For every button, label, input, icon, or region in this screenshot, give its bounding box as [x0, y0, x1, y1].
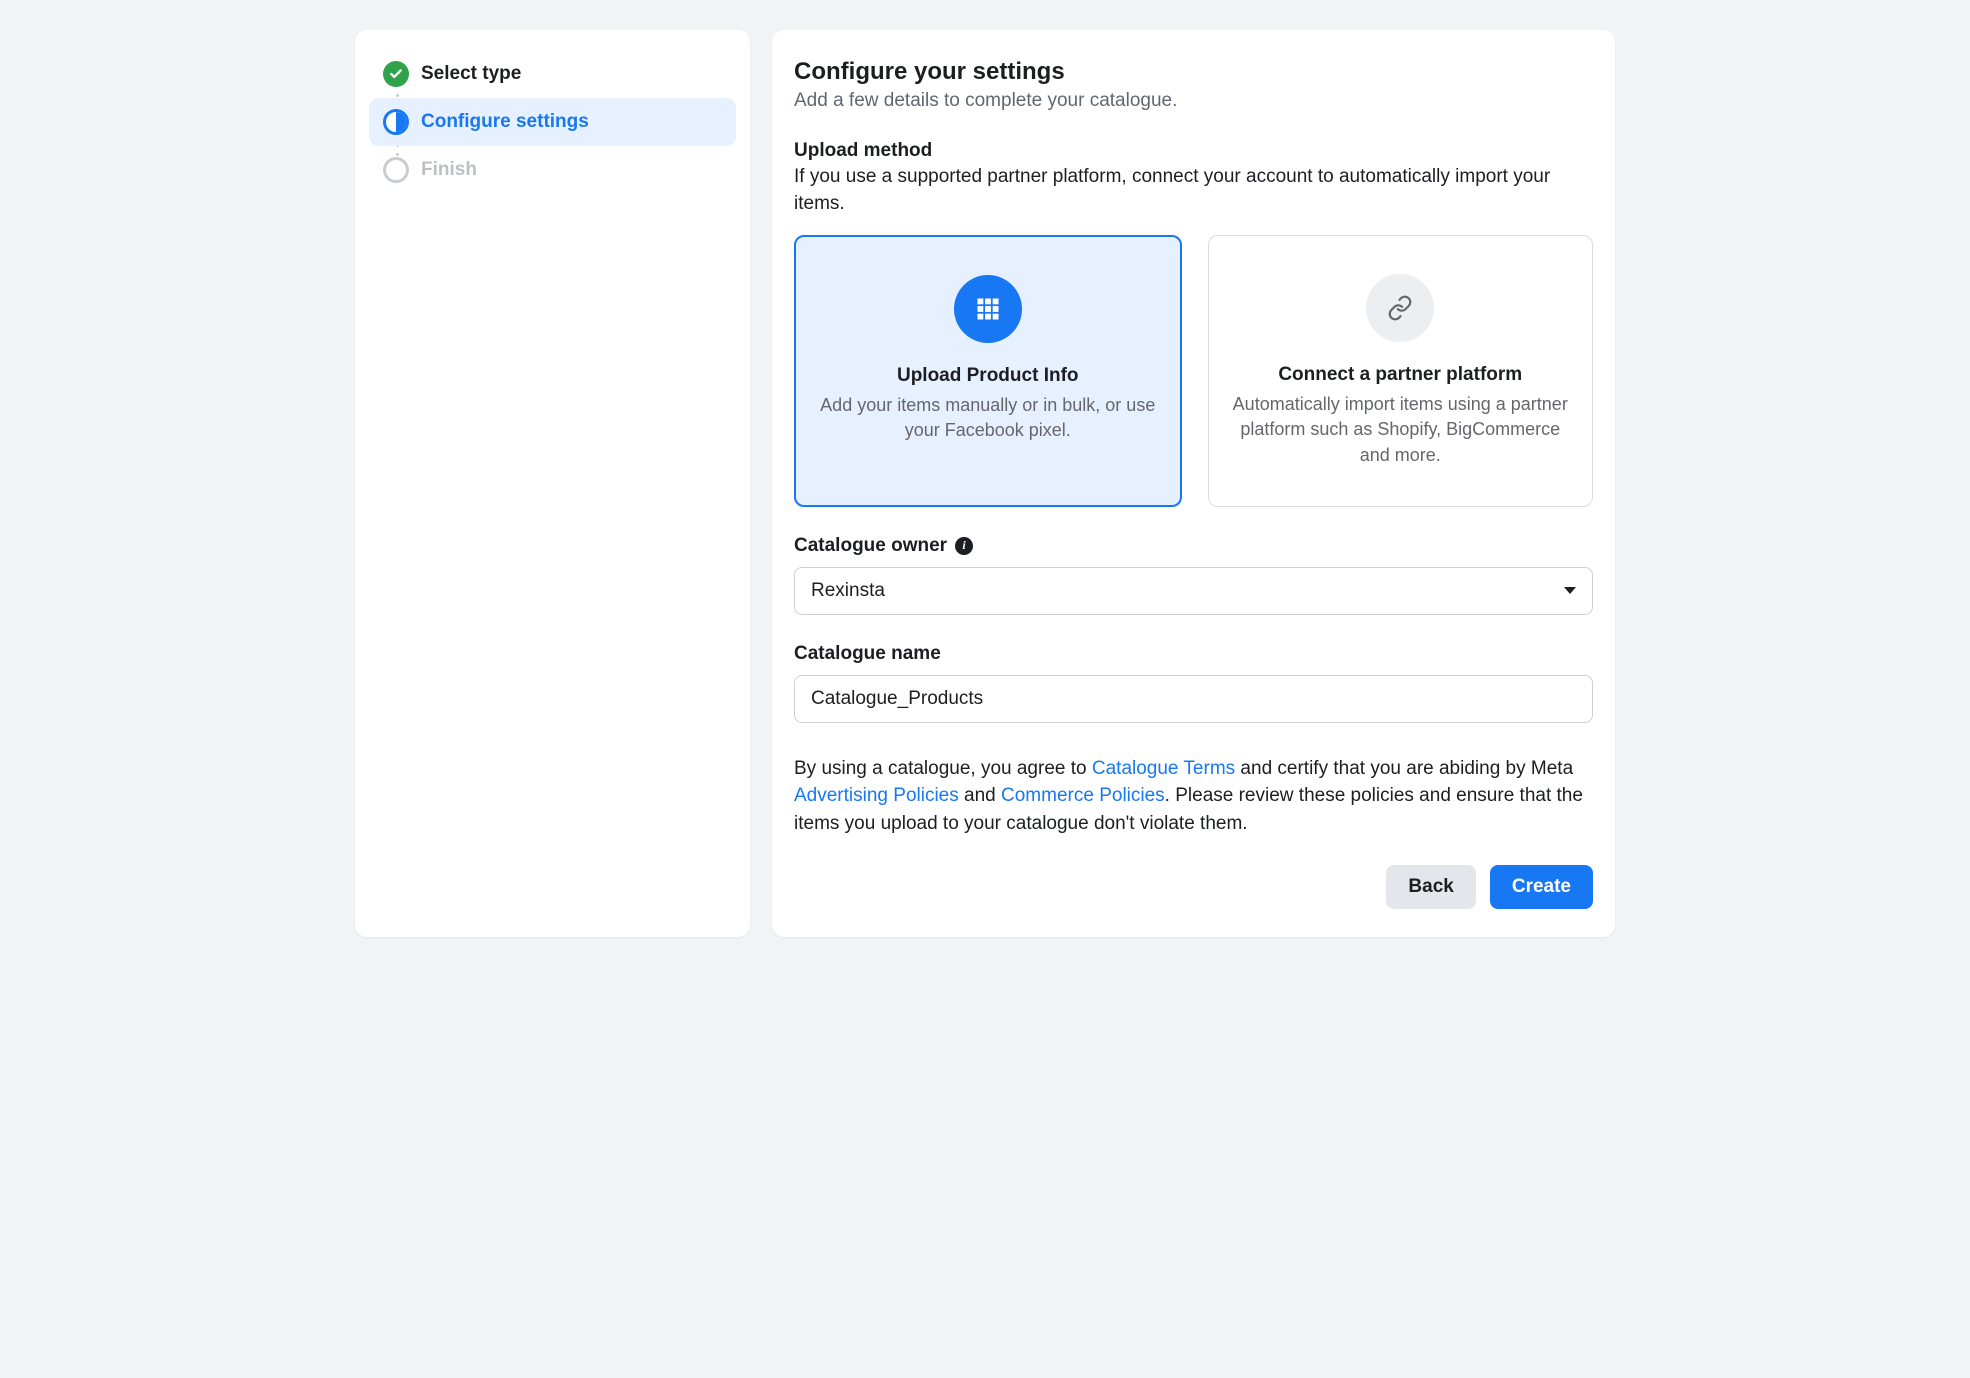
upload-method-title: Upload method — [794, 140, 1593, 162]
link-icon — [1366, 274, 1434, 342]
card-desc: Add your items manually or in bulk, or u… — [818, 393, 1158, 443]
card-desc: Automatically import items using a partn… — [1231, 392, 1571, 468]
step-select-type[interactable]: Select type — [369, 50, 736, 98]
link-catalogue-terms[interactable]: Catalogue Terms — [1092, 758, 1235, 779]
upload-method-hint: If you use a supported partner platform,… — [794, 164, 1593, 217]
grid-icon — [954, 275, 1022, 343]
card-connect-partner[interactable]: Connect a partner platform Automatically… — [1208, 235, 1594, 507]
catalogue-owner-value: Rexinsta — [811, 580, 885, 602]
page-subtitle: Add a few details to complete your catal… — [794, 90, 1593, 112]
link-commerce-policies[interactable]: Commerce Policies — [1001, 785, 1165, 806]
catalogue-name-section: Catalogue name — [794, 643, 1593, 723]
legal-text: By using a catalogue, you agree to Catal… — [794, 755, 1593, 838]
catalogue-owner-select[interactable]: Rexinsta — [794, 567, 1593, 615]
catalogue-owner-section: Catalogue owner i Rexinsta — [794, 535, 1593, 615]
catalogue-name-input[interactable] — [811, 688, 1576, 710]
step-label: Select type — [421, 63, 521, 85]
empty-circle-icon — [383, 157, 409, 183]
step-label: Configure settings — [421, 111, 589, 133]
card-title: Upload Product Info — [818, 365, 1158, 387]
back-button[interactable]: Back — [1386, 865, 1475, 909]
step-configure-settings[interactable]: Configure settings — [369, 98, 736, 146]
half-circle-icon — [383, 109, 409, 135]
upload-method-section: Upload method If you use a supported par… — [794, 140, 1593, 507]
catalogue-owner-label: Catalogue owner — [794, 535, 947, 557]
link-advertising-policies[interactable]: Advertising Policies — [794, 785, 959, 806]
step-label: Finish — [421, 159, 477, 181]
card-upload-product-info[interactable]: Upload Product Info Add your items manua… — [794, 235, 1182, 507]
chevron-down-icon — [1564, 587, 1576, 594]
catalogue-name-label: Catalogue name — [794, 643, 1593, 665]
main-panel: Configure your settings Add a few detail… — [772, 30, 1615, 937]
card-title: Connect a partner platform — [1231, 364, 1571, 386]
step-finish[interactable]: Finish — [369, 146, 736, 194]
create-button[interactable]: Create — [1490, 865, 1593, 909]
info-icon[interactable]: i — [955, 537, 973, 555]
sidebar: Select type Configure settings Finish — [355, 30, 750, 937]
page-title: Configure your settings — [794, 58, 1593, 86]
check-circle-icon — [383, 61, 409, 87]
